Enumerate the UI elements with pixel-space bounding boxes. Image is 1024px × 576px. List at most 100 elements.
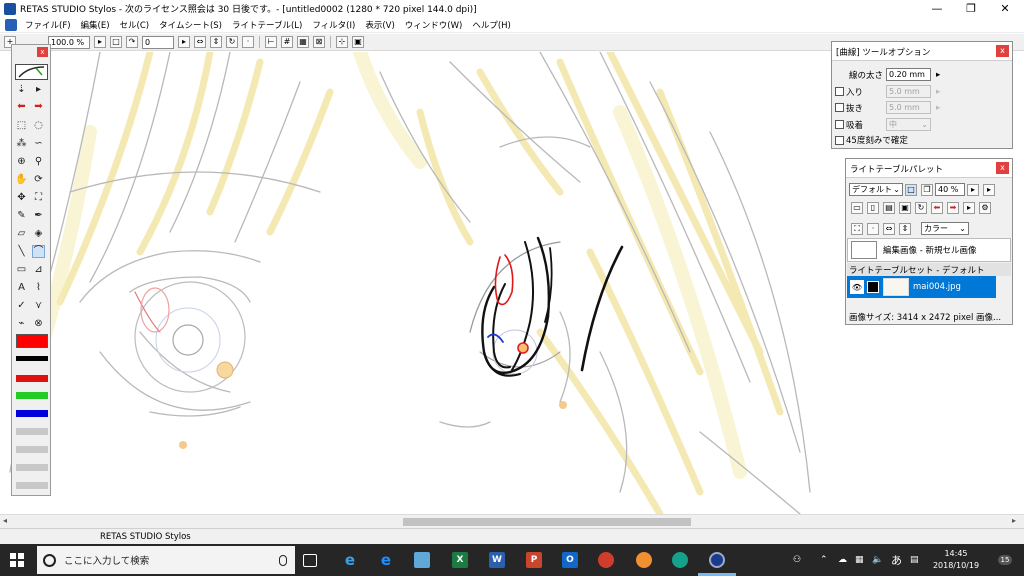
rect-select-icon[interactable]: ⬚ <box>15 119 28 132</box>
zoom-arrow-icon[interactable]: ▸ <box>94 36 106 48</box>
light-table-close-button[interactable]: x <box>996 162 1009 174</box>
color-swatch[interactable] <box>16 446 48 453</box>
entry-checkbox[interactable] <box>835 87 844 96</box>
next-icon[interactable]: ➡ <box>32 100 45 113</box>
text-icon[interactable]: A <box>15 281 28 294</box>
volume-icon[interactable]: 🔈 <box>872 544 883 576</box>
frame-arrow-icon[interactable]: ▸ <box>178 36 190 48</box>
menu-lighttable[interactable]: ライトテーブル(L) <box>227 19 307 31</box>
zoom-field[interactable]: 100.0 % <box>48 35 90 49</box>
grid-icon[interactable]: # <box>281 36 293 48</box>
document-menu-icon[interactable] <box>5 18 17 31</box>
taskbar-search-box[interactable]: ここに入力して検索 <box>37 546 295 574</box>
play-icon[interactable]: ▸ <box>963 202 975 214</box>
minimize-button[interactable]: — <box>920 0 954 17</box>
vector-icon[interactable]: ⋎ <box>32 299 45 312</box>
line-icon[interactable]: ╲ <box>15 245 28 258</box>
save-icon[interactable]: ▣ <box>899 202 911 214</box>
lasso-icon[interactable]: ◌ <box>32 119 45 132</box>
color-mode-select[interactable]: カラー ⌄ <box>921 222 969 235</box>
move-icon[interactable]: ✥ <box>15 191 28 204</box>
zoom-tool-icon[interactable]: ⊕ <box>15 155 28 168</box>
transform-icon[interactable]: ⛶ <box>851 222 863 235</box>
color-swatch[interactable] <box>16 428 48 435</box>
prev-frame-icon[interactable]: ⬅ <box>931 202 943 214</box>
center-icon[interactable]: · <box>242 36 254 48</box>
stack-icon[interactable]: ▤ <box>883 202 895 214</box>
horizontal-scrollbar[interactable]: ◂ ▸ <box>0 514 1024 528</box>
edit-image-row[interactable]: 編集画像 - 新規セル画像 <box>847 238 1011 262</box>
exit-checkbox[interactable] <box>835 103 844 112</box>
layer-down-icon[interactable]: ⇣ <box>15 83 28 96</box>
eye-icon[interactable]: 👁 <box>850 280 864 294</box>
color-swatch[interactable] <box>16 392 48 399</box>
light-table-zoom-field[interactable]: 40 % <box>935 183 965 196</box>
zoom-arrow-icon[interactable]: ▸ <box>967 183 979 196</box>
menu-edit[interactable]: 編集(E) <box>76 19 115 31</box>
menu-filter[interactable]: フィルタ(I) <box>307 19 360 31</box>
scrollbar-thumb[interactable] <box>403 518 691 526</box>
snap-checkbox[interactable] <box>835 120 844 129</box>
transform-icon[interactable]: ⛶ <box>32 191 45 204</box>
tray-chevron-icon[interactable]: ⌃ <box>820 544 828 576</box>
flip-vertical-icon[interactable]: ⇕ <box>899 222 911 235</box>
menu-help[interactable]: ヘルプ(H) <box>467 19 516 31</box>
end-arrow-icon[interactable]: ▸ <box>983 183 995 196</box>
menu-cell[interactable]: セル(C) <box>115 19 155 31</box>
fill-icon[interactable]: ◈ <box>32 227 45 240</box>
color-swatch[interactable] <box>16 464 48 471</box>
hand-icon[interactable]: ✋ <box>15 173 28 186</box>
flip-horizontal-icon[interactable]: ⇔ <box>883 222 895 235</box>
smooth-icon[interactable]: ⌁ <box>15 317 28 330</box>
scroll-right-icon[interactable]: ▸ <box>1012 516 1016 525</box>
entry-arrow-icon[interactable]: ▸ <box>936 87 940 97</box>
layer-color-box[interactable] <box>867 281 879 293</box>
eraser-icon[interactable]: ▱ <box>15 227 28 240</box>
brush-select-icon[interactable]: ∽ <box>32 137 45 150</box>
tool-palette-close-button[interactable]: x <box>37 47 48 57</box>
safe-area-icon[interactable]: ⊹ <box>336 36 348 48</box>
menu-window[interactable]: ウィンドウ(W) <box>400 19 468 31</box>
task-view-icon[interactable] <box>303 554 317 567</box>
line-width-input[interactable]: 0.20 mm <box>886 68 932 81</box>
flip-vertical-icon[interactable]: ⇕ <box>210 36 222 48</box>
network-icon[interactable]: ▦ <box>855 544 864 576</box>
next-frame-icon[interactable]: ➡ <box>947 202 959 214</box>
guide-icon[interactable]: ⊠ <box>313 36 325 48</box>
outlook-icon[interactable]: O <box>562 552 578 568</box>
layer-right-icon[interactable]: ▸ <box>32 83 45 96</box>
app-orange-icon[interactable] <box>636 552 652 568</box>
entry-input[interactable]: 5.0 mm <box>886 85 931 98</box>
ime-mode[interactable]: あ <box>891 544 902 576</box>
magic-wand-icon[interactable]: ⁂ <box>15 137 28 150</box>
prev-icon[interactable]: ⬅ <box>15 100 28 113</box>
close-window-button[interactable]: ✕ <box>988 0 1022 17</box>
edge-icon[interactable]: e <box>378 551 394 569</box>
layer-row-selected[interactable]: 👁 mai004.jpg <box>847 276 996 298</box>
snap-select[interactable]: 中 ⌄ <box>886 118 931 131</box>
rectangle-icon[interactable]: ▭ <box>15 263 28 276</box>
microphone-icon[interactable] <box>279 554 287 566</box>
frame-field[interactable]: 0 <box>142 35 174 49</box>
multi-page-icon[interactable]: ❐ <box>921 183 933 196</box>
menu-view[interactable]: 表示(V) <box>360 19 399 31</box>
page-icon[interactable]: □ <box>110 36 122 48</box>
powerpoint-icon[interactable]: P <box>526 552 542 568</box>
color-swatch[interactable] <box>16 356 48 361</box>
menu-file[interactable]: ファイル(F) <box>20 19 76 31</box>
color-swatch[interactable] <box>16 482 48 489</box>
magnifier-icon[interactable]: ⚲ <box>32 155 45 168</box>
curve-icon[interactable]: ⌒ <box>32 245 45 258</box>
eyedropper-icon[interactable]: ✎ <box>15 209 28 222</box>
single-page-icon[interactable]: □ <box>905 183 917 196</box>
taskbar-clock[interactable]: 14:45 2018/10/19 <box>930 548 982 572</box>
open-folder-icon[interactable]: ▭ <box>851 202 863 214</box>
angle-checkbox[interactable] <box>835 135 844 145</box>
center-icon[interactable]: · <box>867 222 879 235</box>
settings-icon[interactable]: ⚙ <box>979 202 991 214</box>
people-icon[interactable]: ⚇ <box>793 544 801 576</box>
menu-timesheet[interactable]: タイムシート(S) <box>154 19 227 31</box>
notification-center-icon[interactable]: 15 <box>994 544 1016 576</box>
zoom-plus-icon[interactable]: ⊗ <box>32 317 45 330</box>
flip-horizontal-icon[interactable]: ⇔ <box>194 36 206 48</box>
